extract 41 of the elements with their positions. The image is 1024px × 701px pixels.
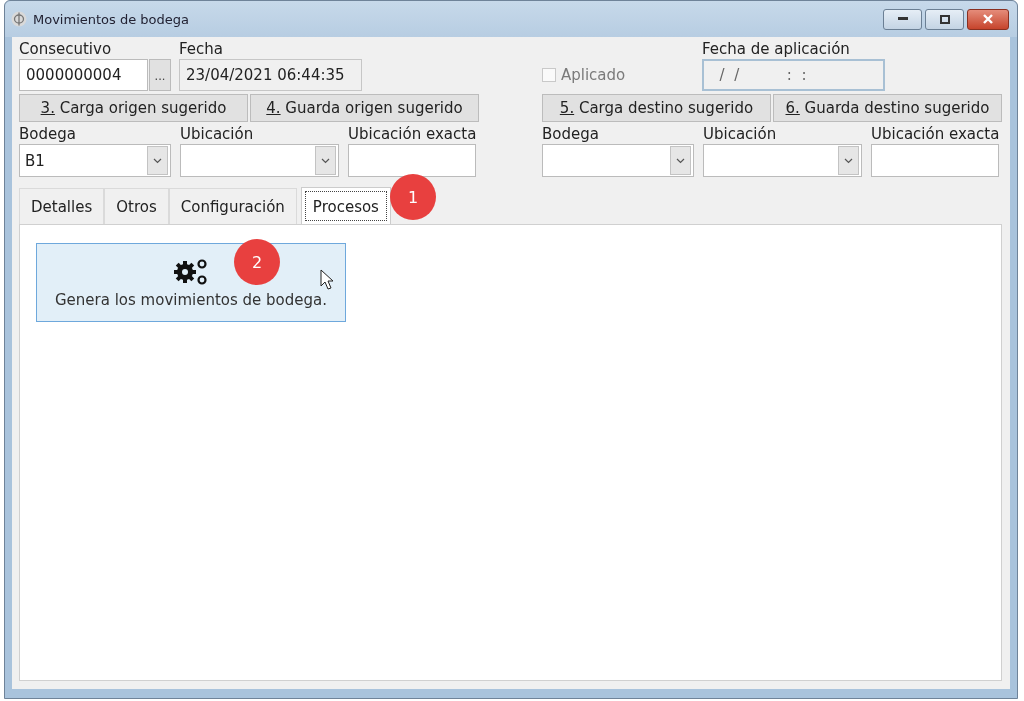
dropdown-field[interactable]: [703, 144, 862, 177]
minimize-button[interactable]: [883, 8, 922, 30]
field-label: Bodega: [19, 124, 77, 144]
minimize-icon: [897, 17, 908, 21]
field-label: Bodega: [542, 124, 600, 144]
tab[interactable]: Procesos: [300, 187, 391, 225]
maximize-icon: [939, 14, 950, 24]
close-button[interactable]: [967, 8, 1009, 30]
tab[interactable]: Detalles: [19, 188, 105, 224]
field-label: Ubicación exacta: [348, 124, 476, 144]
step-badge: 1: [390, 174, 436, 220]
tab[interactable]: Configuración: [168, 188, 297, 224]
suggested-button[interactable]: 5. Carga destino sugerido: [542, 94, 771, 122]
maximize-button[interactable]: [925, 8, 964, 30]
suggested-button[interactable]: 6. Guarda destino sugerido: [773, 94, 1002, 122]
chevron-down-icon: [153, 157, 162, 164]
mouse-pointer-icon: [320, 269, 334, 290]
field-label: Fecha: [179, 39, 224, 59]
window-title: Movimientos de bodega: [33, 11, 190, 27]
close-icon: [982, 14, 994, 24]
chevron-down-icon: [844, 157, 853, 164]
text-field[interactable]: [348, 144, 476, 177]
field-label: Ubicación exacta: [871, 124, 999, 144]
text-field[interactable]: [871, 144, 999, 177]
browse-button[interactable]: ...: [149, 59, 171, 91]
chevron-down-icon: [321, 157, 330, 164]
dropdown-field[interactable]: [180, 144, 339, 177]
chevron-down-icon: [676, 157, 685, 164]
tab[interactable]: Otros: [104, 188, 169, 224]
application-date-field[interactable]: / / : :: [702, 59, 885, 91]
field-label: Ubicación: [180, 124, 255, 144]
consecutivo-field[interactable]: 0000000004: [19, 59, 148, 91]
date-field[interactable]: 23/04/2021 06:44:35: [179, 59, 362, 91]
dropdown-field[interactable]: B1: [19, 144, 171, 177]
suggested-button[interactable]: 4. Guarda origen sugerido: [250, 94, 479, 122]
field-label: Consecutivo: [19, 39, 113, 59]
field-label: Fecha de aplicación: [702, 39, 851, 59]
suggested-button[interactable]: 3. Carga origen sugerido: [19, 94, 248, 122]
dropdown-field[interactable]: [542, 144, 694, 177]
app-logo-icon: [11, 11, 27, 27]
field-label: Ubicación: [703, 124, 778, 144]
